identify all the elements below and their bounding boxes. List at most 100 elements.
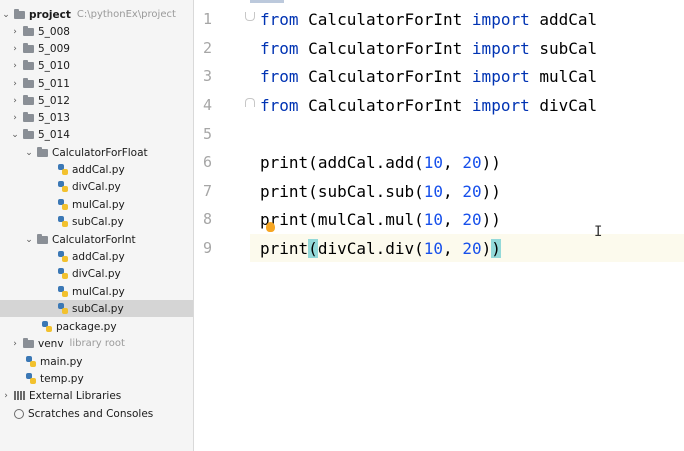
tree-scratches[interactable]: Scratches and Consoles	[0, 405, 193, 422]
python-file-icon	[26, 356, 36, 367]
code-line-1[interactable]: from CalculatorForInt import addCal	[260, 10, 597, 29]
line-number: 2	[202, 39, 212, 57]
keyword: import	[471, 10, 530, 29]
paren: ))	[481, 182, 501, 201]
tree-file[interactable]: package.py	[0, 318, 193, 335]
number-literal: 20	[462, 210, 482, 229]
chevron-down-icon[interactable]: ⌄	[1, 10, 11, 20]
tree-file[interactable]: subCal.py	[0, 213, 193, 230]
line-number: 9	[202, 239, 212, 257]
line-number: 4	[202, 96, 212, 114]
folder-icon	[23, 337, 34, 348]
function-name: print	[260, 239, 309, 258]
import-name: divCal	[529, 96, 598, 115]
folder-label: 5_009	[38, 42, 70, 55]
chevron-right-icon[interactable]: ›	[1, 391, 11, 401]
chevron-right-icon[interactable]: ›	[10, 27, 20, 37]
tree-file[interactable]: mulCal.py	[0, 196, 193, 213]
paren: )	[481, 239, 492, 258]
keyword: import	[471, 96, 530, 115]
call-body: divCal.div(	[317, 239, 424, 258]
tree-folder-5-012[interactable]: › 5_012	[0, 92, 193, 109]
paren: ))	[481, 210, 501, 229]
chevron-right-icon[interactable]: ›	[10, 61, 20, 71]
folder-icon	[14, 8, 25, 19]
module-name: CalculatorForInt	[298, 10, 472, 29]
chevron-right-icon[interactable]: ›	[10, 79, 20, 89]
line-number: 3	[202, 67, 212, 85]
file-label: addCal.py	[72, 250, 125, 263]
tree-file[interactable]: temp.py	[0, 370, 193, 387]
separator: ,	[443, 153, 463, 172]
chevron-down-icon[interactable]: ⌄	[10, 130, 20, 140]
chevron-down-icon[interactable]: ⌄	[24, 235, 34, 245]
chevron-right-icon[interactable]: ›	[10, 96, 20, 106]
chevron-right-icon[interactable]: ›	[10, 44, 20, 54]
code-line-2[interactable]: from CalculatorForInt import subCal	[260, 39, 597, 58]
folder-label: 5_012	[38, 94, 70, 107]
import-name: subCal	[529, 39, 598, 58]
import-name: mulCal	[529, 67, 598, 86]
python-file-icon	[58, 164, 68, 175]
file-label: package.py	[56, 320, 117, 333]
tree-file[interactable]: divCal.py	[0, 265, 193, 282]
folder-label: 5_013	[38, 111, 70, 124]
project-path: C:\pythonEx\project	[76, 9, 176, 20]
separator: ,	[443, 210, 463, 229]
scratches-label: Scratches and Consoles	[28, 407, 154, 420]
function-name: print	[260, 153, 309, 172]
number-literal: 20	[462, 153, 482, 172]
code-line-8[interactable]: print(mulCal.mul(10, 20))	[260, 210, 501, 229]
tree-project-root[interactable]: ⌄ project C:\pythonEx\project	[0, 6, 193, 23]
tree-file[interactable]: main.py	[0, 353, 193, 370]
code-line-9[interactable]: print(divCal.div(10, 20))	[260, 239, 501, 258]
tree-folder-5-008[interactable]: › 5_008	[0, 23, 193, 40]
import-name: addCal	[529, 10, 598, 29]
folder-icon	[23, 111, 34, 122]
number-literal: 20	[462, 239, 482, 258]
file-label: temp.py	[40, 372, 84, 385]
number-literal: 10	[423, 239, 444, 258]
tree-folder-5-010[interactable]: › 5_010	[0, 57, 193, 74]
tree-folder-calculator-for-int[interactable]: ⌄ CalculatorForInt	[0, 231, 193, 248]
tree-file-selected[interactable]: subCal.py	[0, 300, 193, 317]
python-file-icon	[58, 251, 68, 262]
intention-bulb-icon[interactable]	[266, 222, 275, 232]
line-number: 6	[202, 153, 212, 171]
folder-label: CalculatorForFloat	[52, 146, 148, 159]
chevron-down-icon[interactable]: ⌄	[24, 148, 34, 158]
tree-folder-venv[interactable]: › venv library root	[0, 335, 193, 352]
scratches-icon	[14, 408, 24, 419]
code-line-7[interactable]: print(subCal.sub(10, 20))	[260, 182, 501, 201]
chevron-right-icon[interactable]: ›	[10, 113, 20, 123]
tree-file[interactable]: divCal.py	[0, 178, 193, 195]
line-number: 1	[202, 10, 212, 28]
python-file-icon	[58, 216, 68, 227]
code-line-3[interactable]: from CalculatorForInt import mulCal	[260, 67, 597, 86]
tree-file[interactable]: addCal.py	[0, 161, 193, 178]
tree-file[interactable]: mulCal.py	[0, 283, 193, 300]
keyword: from	[260, 39, 299, 58]
tree-folder-5-009[interactable]: › 5_009	[0, 40, 193, 57]
folder-icon	[23, 25, 34, 36]
file-label: subCal.py	[72, 302, 124, 315]
tree-folder-5-013[interactable]: › 5_013	[0, 109, 193, 126]
tree-folder-5-011[interactable]: › 5_011	[0, 75, 193, 92]
tree-folder-calculator-for-float[interactable]: ⌄ CalculatorForFloat	[0, 144, 193, 161]
module-name: CalculatorForInt	[298, 39, 472, 58]
project-name: project	[29, 8, 71, 21]
line-number: 7	[202, 182, 212, 200]
folder-icon	[23, 42, 34, 53]
keyword: import	[471, 67, 530, 86]
line-number: 8	[202, 210, 212, 228]
tree-folder-5-014[interactable]: ⌄ 5_014	[0, 126, 193, 143]
tree-file[interactable]: addCal.py	[0, 248, 193, 265]
python-file-icon	[26, 373, 36, 384]
code-line-4[interactable]: from CalculatorForInt import divCal	[260, 96, 597, 115]
folder-label: 5_008	[38, 25, 70, 38]
file-label: divCal.py	[72, 267, 121, 280]
chevron-right-icon[interactable]: ›	[10, 339, 20, 349]
tree-external-libraries[interactable]: › External Libraries	[0, 387, 193, 404]
code-line-6[interactable]: print(addCal.add(10, 20))	[260, 153, 501, 172]
module-name: CalculatorForInt	[298, 67, 472, 86]
